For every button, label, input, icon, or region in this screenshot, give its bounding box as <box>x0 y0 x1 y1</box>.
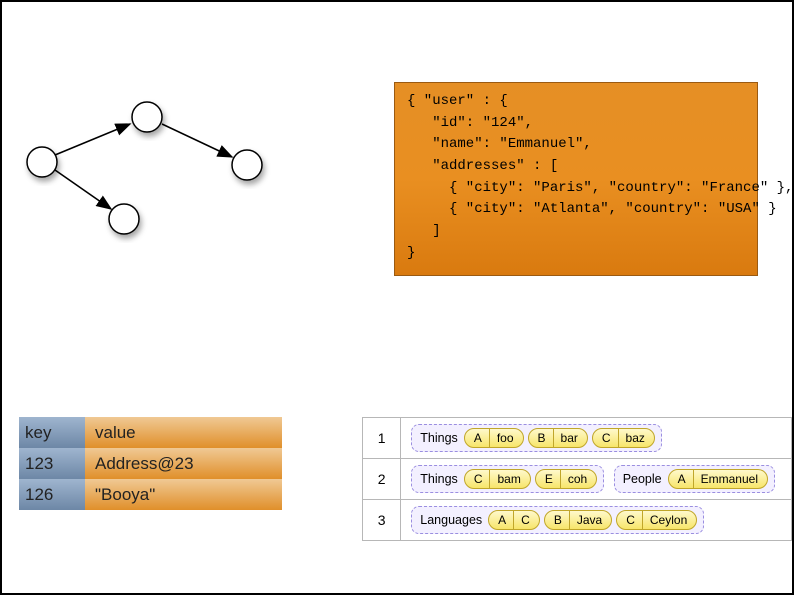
kv-val: Address@23 <box>85 448 282 479</box>
pill-key: A <box>489 511 514 529</box>
pill-val: bar <box>554 429 587 447</box>
pill-key: B <box>529 429 554 447</box>
row-index: 1 <box>363 418 401 459</box>
json-line: "id": "124", <box>407 115 533 131</box>
graph-node <box>109 204 139 234</box>
column-group: Things Afoo Bbar Cbaz <box>411 424 662 452</box>
kv-pill: CCeylon <box>616 510 697 530</box>
edge <box>55 124 130 155</box>
row-cell: Things Afoo Bbar Cbaz <box>401 418 792 459</box>
graph-node <box>232 150 262 180</box>
group-name: People <box>623 472 662 486</box>
kv-pill: Afoo <box>464 428 524 448</box>
kv-header-row: key value <box>19 417 282 448</box>
column-group: Languages AC BJava CCeylon <box>411 506 704 534</box>
json-line: { "city": "Atlanta", "country": "USA" } <box>407 201 777 217</box>
pill-key: C <box>593 429 619 447</box>
kv-pill: AC <box>488 510 540 530</box>
column-group: Things Cbam Ecoh <box>411 465 604 493</box>
row-cell: Languages AC BJava CCeylon <box>401 500 792 541</box>
pill-key: A <box>669 470 694 488</box>
row-cell: Things Cbam Ecoh People AEmmanuel <box>401 459 792 500</box>
kv-pill: Bbar <box>528 428 588 448</box>
pill-val: bam <box>490 470 529 488</box>
diagram-page: { "user" : { "id": "124", "name": "Emman… <box>0 0 794 595</box>
pill-val: Ceylon <box>643 511 696 529</box>
edge <box>162 124 232 157</box>
kv-pill: BJava <box>544 510 612 530</box>
json-line: "name": "Emmanuel", <box>407 136 592 152</box>
pill-val: foo <box>490 429 523 447</box>
pill-val: Java <box>570 511 611 529</box>
pill-key: E <box>536 470 561 488</box>
kv-pill: Ecoh <box>535 469 597 489</box>
pill-val: coh <box>561 470 596 488</box>
kv-key: 126 <box>19 479 85 510</box>
graph-node <box>132 102 162 132</box>
table-row: 3 Languages AC BJava CCeylon <box>363 500 792 541</box>
kv-val: "Booya" <box>85 479 282 510</box>
edge <box>55 170 111 209</box>
table-row: 1 Things Afoo Bbar Cbaz <box>363 418 792 459</box>
directed-graph <box>22 92 302 252</box>
pill-val: C <box>514 511 539 529</box>
pill-val: baz <box>619 429 654 447</box>
json-line: } <box>407 245 415 261</box>
json-line: { "city": "Paris", "country": "France" }… <box>407 180 793 196</box>
group-name: Languages <box>420 513 482 527</box>
kv-row: 126 "Booya" <box>19 479 282 510</box>
row-index: 2 <box>363 459 401 500</box>
kv-header-val: value <box>85 417 282 448</box>
json-line: "addresses" : [ <box>407 158 558 174</box>
column-family-table: 1 Things Afoo Bbar Cbaz 2 Things Cbam Ec… <box>362 417 792 541</box>
kv-key: 123 <box>19 448 85 479</box>
pill-key: A <box>465 429 490 447</box>
kv-pill: Cbaz <box>592 428 655 448</box>
column-group: People AEmmanuel <box>614 465 775 493</box>
kv-row: 123 Address@23 <box>19 448 282 479</box>
json-document-box: { "user" : { "id": "124", "name": "Emman… <box>394 82 758 276</box>
pill-key: C <box>465 470 491 488</box>
pill-key: B <box>545 511 570 529</box>
pill-val: Emmanuel <box>694 470 767 488</box>
row-index: 3 <box>363 500 401 541</box>
key-value-table: key value 123 Address@23 126 "Booya" <box>19 417 282 510</box>
kv-pill: Cbam <box>464 469 531 489</box>
graph-node <box>27 147 57 177</box>
kv-pill: AEmmanuel <box>668 469 768 489</box>
pill-key: C <box>617 511 643 529</box>
kv-header-key: key <box>19 417 85 448</box>
table-row: 2 Things Cbam Ecoh People AEmmanuel <box>363 459 792 500</box>
json-line: ] <box>407 223 441 239</box>
group-name: Things <box>420 472 458 486</box>
group-name: Things <box>420 431 458 445</box>
json-line: { "user" : { <box>407 93 508 109</box>
